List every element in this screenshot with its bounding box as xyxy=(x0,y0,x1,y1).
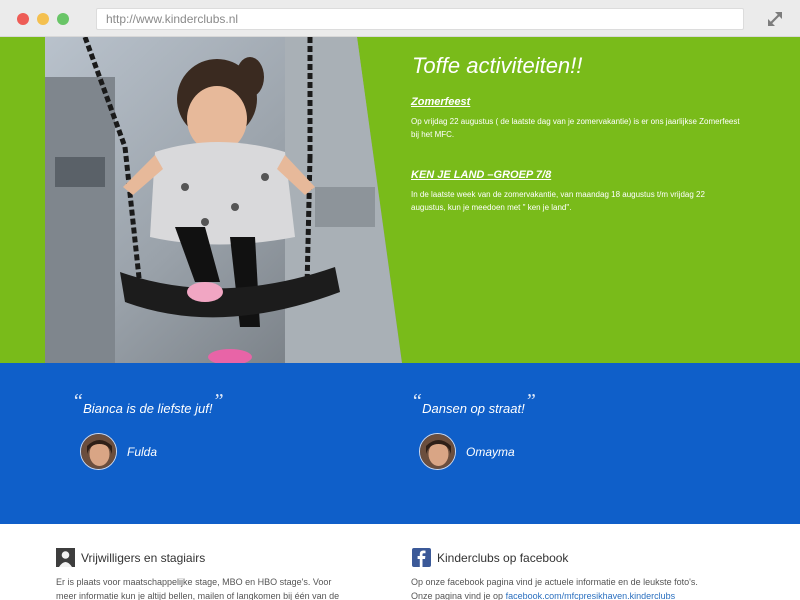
minimize-window-button[interactable] xyxy=(37,13,49,25)
testimonial-name-2: Omayma xyxy=(466,445,515,459)
maximize-window-button[interactable] xyxy=(57,13,69,25)
activity-title-zomerfeest[interactable]: Zomerfeest xyxy=(411,96,470,108)
testimonials-section: “Bianca is de liefste juf!” Fulda “Danse… xyxy=(0,363,800,524)
facebook-text: Op onze facebook pagina vind je actuele … xyxy=(411,577,698,600)
avatar xyxy=(419,433,456,470)
activity-text-ken-je-land: In de laatste week van de zomervakantie,… xyxy=(411,190,705,212)
avatar xyxy=(80,433,117,470)
browser-chrome: http://www.kinderclubs.nl xyxy=(0,0,800,37)
close-window-button[interactable] xyxy=(17,13,29,25)
activity-text-zomerfeest: Op vrijdag 22 augustus ( de laatste dag … xyxy=(411,117,740,139)
volunteers-text: Er is plaats voor maatschappelijke stage… xyxy=(56,577,340,600)
facebook-page-link[interactable]: facebook.com/mfcpresikhaven.kinderclubs xyxy=(506,591,676,600)
testimonial-quote-1: “Bianca is de liefste juf!” xyxy=(72,390,224,416)
expand-icon[interactable] xyxy=(764,8,786,30)
testimonial-quote-2: “Dansen op straat!” xyxy=(411,390,536,416)
activity-title-ken-je-land[interactable]: KEN JE LAND –GROEP 7/8 xyxy=(411,169,551,181)
volunteers-heading: Vrijwilligers en stagiairs xyxy=(81,551,206,565)
activities-section: Toffe activiteiten!! Zomerfeest Op vrijd… xyxy=(0,37,800,363)
person-silhouette-icon xyxy=(56,548,75,567)
facebook-icon[interactable] xyxy=(412,548,431,567)
activities-heading: Toffe activiteiten!! xyxy=(412,53,583,78)
swing-photo xyxy=(45,37,402,363)
facebook-heading: Kinderclubs op facebook xyxy=(437,551,569,565)
footer-section: Vrijwilligers en stagiairs Er is plaats … xyxy=(0,524,800,600)
testimonial-name-1: Fulda xyxy=(127,445,158,459)
address-bar[interactable]: http://www.kinderclubs.nl xyxy=(96,8,744,30)
